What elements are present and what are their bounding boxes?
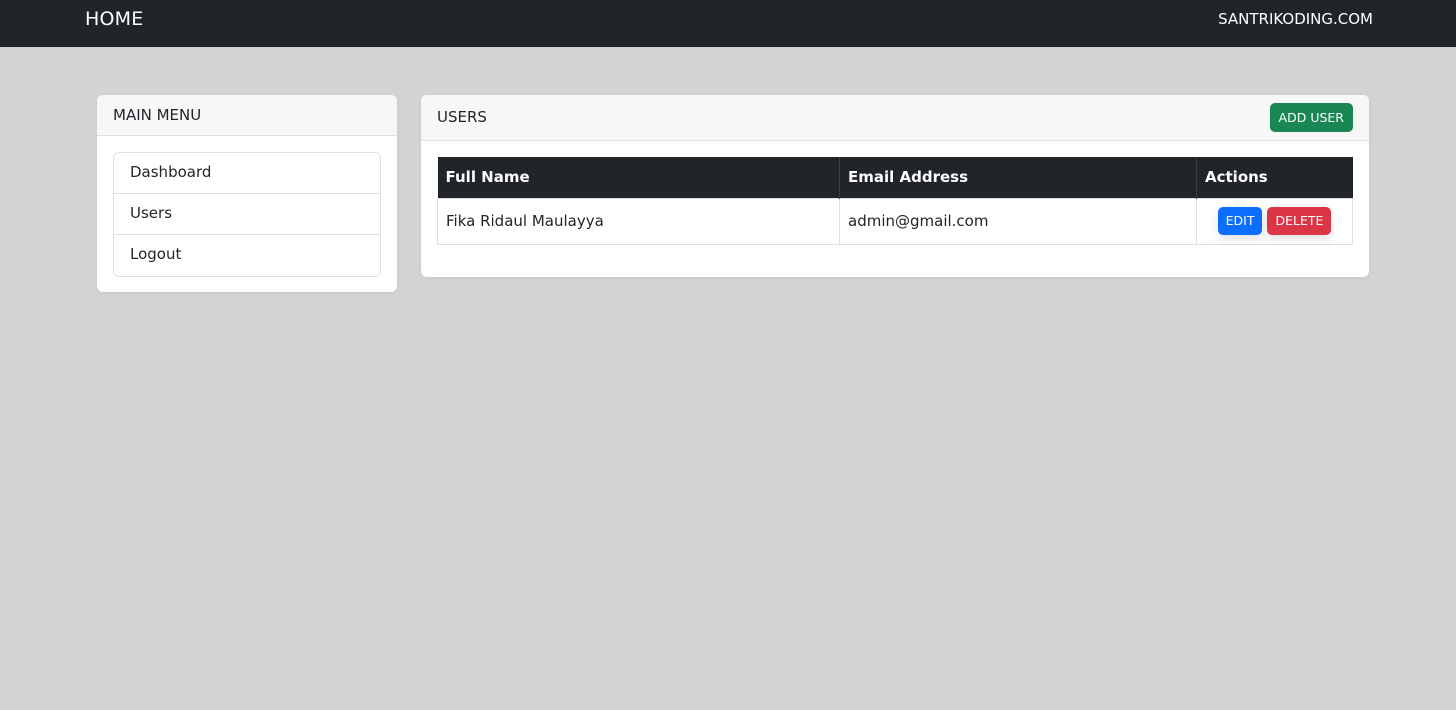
main-menu-list: Dashboard Users Logout [113, 152, 381, 277]
add-user-button[interactable]: ADD USER [1269, 103, 1353, 132]
table-header-row: Full Name Email Address Actions [437, 157, 1353, 198]
delete-button[interactable]: DELETE [1267, 207, 1332, 235]
home-link[interactable]: HOME [85, 8, 143, 30]
column-header-full-name: Full Name [437, 157, 840, 198]
table-row: Fika Ridaul Maulayya admin@gmail.com EDI… [437, 197, 1353, 245]
santrikoding-link[interactable]: SANTRIKODING.COM [1218, 10, 1373, 28]
users-title: USERS [437, 108, 487, 126]
menu-item-dashboard[interactable]: Dashboard [114, 153, 380, 194]
top-navbar: HOME SANTRIKODING.COM [0, 0, 1456, 47]
edit-button[interactable]: EDIT [1217, 207, 1263, 235]
users-header: USERS ADD USER [421, 95, 1369, 141]
main-menu-title: MAIN MENU [97, 95, 397, 136]
users-table: Full Name Email Address Actions Fika Rid… [437, 157, 1353, 245]
cell-actions: EDIT DELETE [1196, 197, 1353, 245]
menu-item-users[interactable]: Users [114, 194, 380, 235]
column-header-email: Email Address [839, 157, 1197, 198]
column-header-actions: Actions [1196, 157, 1353, 198]
cell-full-name: Fika Ridaul Maulayya [437, 197, 840, 245]
main-menu-card: MAIN MENU Dashboard Users Logout [97, 95, 397, 292]
cell-email: admin@gmail.com [839, 197, 1197, 245]
menu-item-logout[interactable]: Logout [114, 235, 380, 276]
users-card: USERS ADD USER Full Name Email Address A… [421, 95, 1369, 277]
